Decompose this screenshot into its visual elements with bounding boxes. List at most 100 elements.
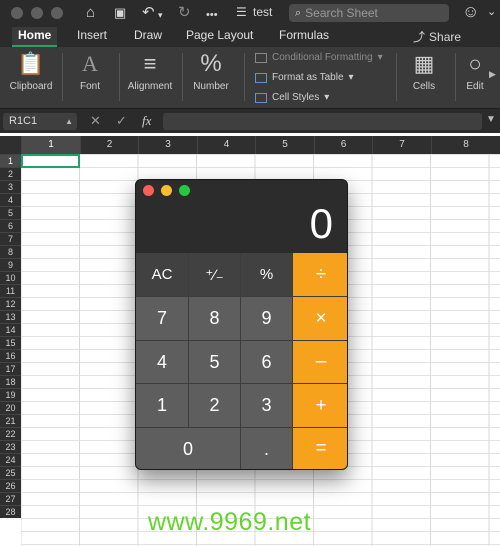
formula-bar: R1C1 ▲▼ ✕ ✓ fx ▼ — [0, 108, 500, 143]
window-minimize-button[interactable] — [31, 7, 43, 19]
row-header[interactable]: 16 — [0, 349, 21, 362]
column-header[interactable]: 5 — [255, 136, 314, 154]
ribbon-divider — [119, 53, 120, 101]
more-icon[interactable]: ••• — [206, 6, 218, 24]
multiply-button[interactable]: × — [293, 297, 347, 341]
active-cell[interactable] — [21, 154, 80, 168]
window-close-button[interactable] — [11, 7, 23, 19]
row-header[interactable]: 26 — [0, 479, 21, 492]
column-headers: 1 2 3 4 5 6 7 8 — [0, 136, 500, 154]
formula-input[interactable] — [163, 113, 482, 130]
decimal-button[interactable]: . — [241, 428, 293, 469]
digit-5-button[interactable]: 5 — [189, 341, 241, 384]
cell-styles-button[interactable]: Cell Styles ▾ — [255, 92, 329, 103]
equals-button[interactable]: = — [293, 428, 347, 469]
column-header[interactable]: 2 — [80, 136, 138, 154]
clipboard-group[interactable]: 📋 Clipboard — [6, 47, 56, 108]
column-header[interactable]: 4 — [197, 136, 255, 154]
digit-2-button[interactable]: 2 — [189, 384, 241, 428]
digit-9-button[interactable]: 9 — [241, 297, 293, 341]
row-header[interactable]: 13 — [0, 310, 21, 323]
save-icon[interactable]: ▣ — [114, 4, 126, 22]
column-header[interactable]: 6 — [314, 136, 372, 154]
ribbon-divider — [396, 53, 397, 101]
ribbon-divider — [244, 53, 245, 101]
row-header[interactable]: 7 — [0, 232, 21, 245]
digit-6-button[interactable]: 6 — [241, 341, 293, 384]
row-header[interactable]: 22 — [0, 427, 21, 440]
row-header[interactable]: 15 — [0, 336, 21, 349]
row-header[interactable]: 2 — [0, 167, 21, 180]
enter-icon[interactable]: ✓ — [116, 113, 127, 129]
digit-1-button[interactable]: 1 — [136, 384, 189, 428]
share-button[interactable]: ⤴ Share — [413, 28, 461, 45]
tab-home[interactable]: Home — [12, 27, 58, 47]
row-header[interactable]: 8 — [0, 245, 21, 258]
row-header[interactable]: 18 — [0, 375, 21, 388]
digit-0-button[interactable]: 0 — [136, 428, 241, 469]
row-header[interactable]: 3 — [0, 180, 21, 193]
percent-button[interactable]: % — [241, 253, 293, 297]
row-header[interactable]: 24 — [0, 453, 21, 466]
clear-button[interactable]: AC — [136, 253, 189, 297]
tab-page-layout[interactable]: Page Layout — [180, 27, 259, 47]
row-header[interactable]: 14 — [0, 323, 21, 336]
column-header[interactable]: 3 — [138, 136, 197, 154]
calc-close-button[interactable] — [143, 185, 154, 196]
row-header[interactable]: 11 — [0, 284, 21, 297]
digit-4-button[interactable]: 4 — [136, 341, 189, 384]
row-header[interactable]: 19 — [0, 388, 21, 401]
insert-function-icon[interactable]: fx — [142, 113, 151, 129]
font-group[interactable]: A Font — [68, 47, 112, 108]
select-all-corner[interactable] — [0, 136, 21, 154]
digit-7-button[interactable]: 7 — [136, 297, 189, 341]
row-header[interactable]: 23 — [0, 440, 21, 453]
window-zoom-button[interactable] — [51, 7, 63, 19]
column-header[interactable]: 7 — [372, 136, 431, 154]
divide-button[interactable]: ÷ — [293, 253, 347, 297]
format-as-table-button[interactable]: Format as Table ▾ — [255, 72, 354, 83]
digit-3-button[interactable]: 3 — [241, 384, 293, 428]
tab-insert[interactable]: Insert — [71, 27, 113, 47]
cells-group[interactable]: ▦ Cells — [402, 47, 446, 108]
column-header[interactable]: 1 — [21, 136, 80, 154]
conditional-formatting-button[interactable]: Conditional Formatting ▾ — [255, 52, 383, 63]
plus-minus-button[interactable]: ⁺∕₋ — [189, 253, 241, 297]
row-header[interactable]: 4 — [0, 193, 21, 206]
row-header[interactable]: 17 — [0, 362, 21, 375]
search-icon: ⌕ — [295, 6, 302, 19]
search-sheet-input[interactable]: ⌕ Search Sheet — [289, 4, 449, 22]
tab-draw[interactable]: Draw — [128, 27, 168, 47]
alignment-group[interactable]: ≡ Alignment — [124, 47, 176, 108]
row-header[interactable]: 6 — [0, 219, 21, 232]
calc-zoom-button[interactable] — [179, 185, 190, 196]
subtract-button[interactable]: – — [293, 341, 347, 384]
home-icon[interactable]: ⌂ — [86, 4, 95, 22]
row-header[interactable]: 28 — [0, 505, 21, 518]
row-header[interactable]: 25 — [0, 466, 21, 479]
undo-icon[interactable]: ↶ — [142, 4, 155, 22]
row-header[interactable]: 9 — [0, 258, 21, 271]
row-header[interactable]: 5 — [0, 206, 21, 219]
expand-formula-bar-icon[interactable]: ▼ — [486, 114, 496, 125]
name-box[interactable]: R1C1 ▲▼ — [3, 113, 77, 143]
editing-group[interactable]: ○ Edit — [460, 47, 490, 108]
column-header[interactable]: 8 — [431, 136, 500, 154]
calc-minimize-button[interactable] — [161, 185, 172, 196]
ribbon-scroll-right-icon[interactable]: ▶ — [489, 69, 496, 80]
feedback-smiley-icon[interactable]: ☺ — [462, 3, 479, 21]
row-header[interactable]: 1 — [0, 154, 21, 167]
tab-formulas[interactable]: Formulas — [273, 27, 335, 47]
redo-icon[interactable]: ↻ — [178, 4, 191, 22]
cancel-icon[interactable]: ✕ — [90, 113, 101, 129]
row-header[interactable]: 20 — [0, 401, 21, 414]
row-header[interactable]: 27 — [0, 492, 21, 505]
digit-8-button[interactable]: 8 — [189, 297, 241, 341]
row-header[interactable]: 21 — [0, 414, 21, 427]
undo-dropdown-icon[interactable]: ▾ — [158, 6, 163, 24]
add-button[interactable]: + — [293, 384, 347, 428]
chevron-down-icon[interactable]: ⌄ — [487, 5, 496, 18]
number-group[interactable]: % Number — [188, 47, 234, 108]
row-header[interactable]: 12 — [0, 297, 21, 310]
row-header[interactable]: 10 — [0, 271, 21, 284]
